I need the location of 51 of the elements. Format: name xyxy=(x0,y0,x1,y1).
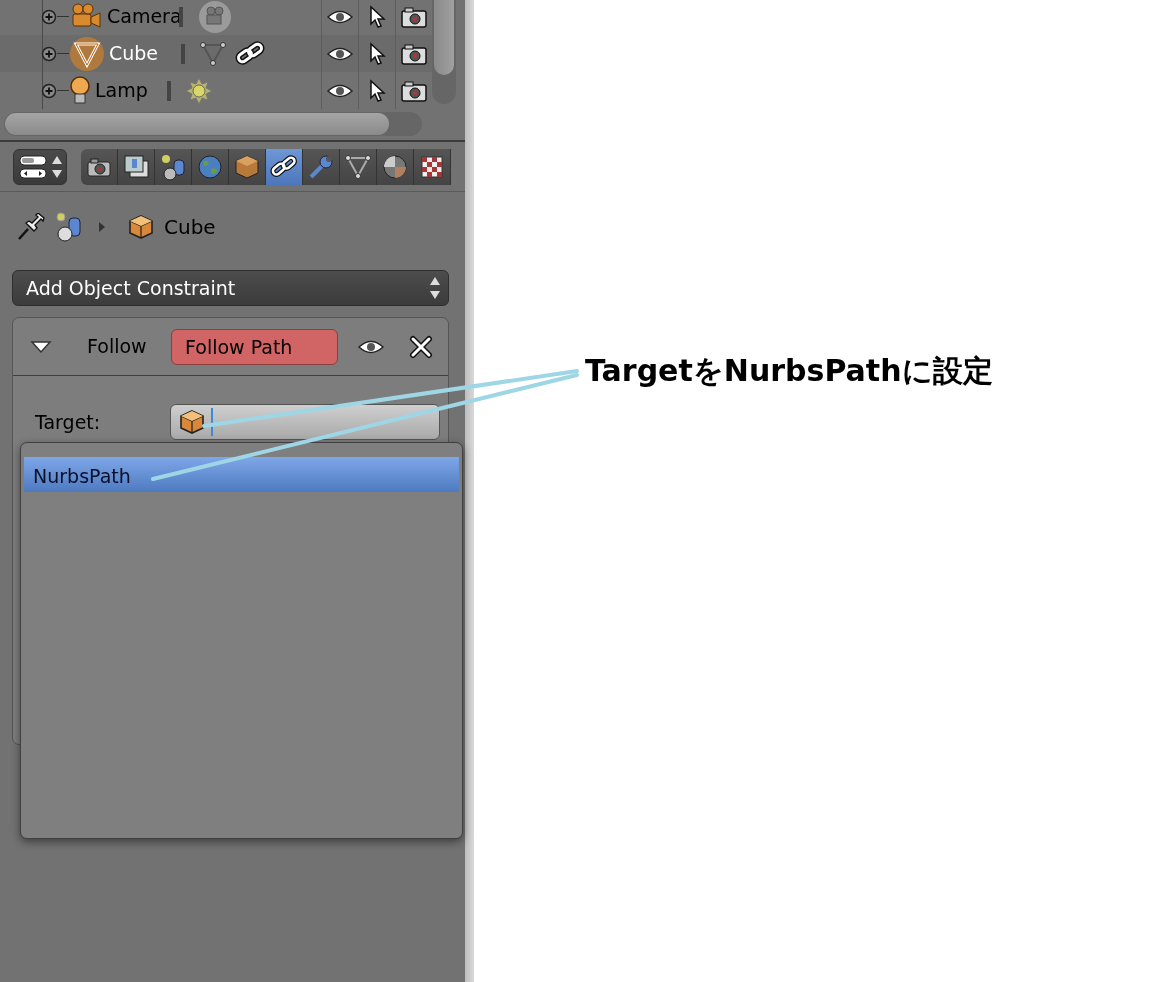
breadcrumb-object-name: Cube xyxy=(164,214,216,241)
collapse-triangle-icon[interactable] xyxy=(29,338,53,355)
separator-bar xyxy=(179,6,183,27)
pictures-icon xyxy=(122,152,150,181)
properties-tab[interactable] xyxy=(118,148,155,185)
scrollbar-thumb[interactable] xyxy=(434,0,454,75)
pin-icon xyxy=(16,213,46,241)
expand-icon xyxy=(41,82,57,99)
menu-item[interactable]: NurbsPath xyxy=(24,457,459,492)
triangle-mesh-icon xyxy=(199,40,227,67)
light-bulb-icon[interactable] xyxy=(69,74,91,107)
constraint-name: Follow xyxy=(87,334,148,360)
add-constraint-dropdown[interactable]: Add Object Constraint xyxy=(12,270,449,306)
separator-bar xyxy=(181,43,185,64)
camera-icon[interactable] xyxy=(401,42,427,65)
camera-icon[interactable] xyxy=(401,5,427,28)
shapes-icon xyxy=(159,152,187,181)
close-icon[interactable] xyxy=(409,334,433,359)
editor-type-button[interactable] xyxy=(13,148,67,185)
object-name[interactable]: Cube xyxy=(109,39,177,68)
cursor-icon[interactable] xyxy=(368,4,386,29)
sun-icon xyxy=(185,76,213,105)
properties-tab[interactable] xyxy=(340,148,377,185)
camera-icon[interactable] xyxy=(401,79,427,102)
toggle-icon xyxy=(17,152,48,181)
text-cursor xyxy=(211,408,213,436)
cube-icon xyxy=(128,214,154,240)
properties-tab[interactable] xyxy=(266,148,303,185)
object-name[interactable]: Lamp xyxy=(95,76,163,105)
breadcrumb-arrow-icon xyxy=(98,221,106,233)
constraint-name-field[interactable]: Follow Path xyxy=(171,328,338,365)
properties-tab[interactable] xyxy=(155,148,192,185)
object-data-icon xyxy=(56,212,82,242)
up-down-arrows-icon xyxy=(428,275,442,301)
properties-tab[interactable] xyxy=(81,148,118,185)
sphere-icon xyxy=(381,152,409,181)
wrench-icon xyxy=(307,152,335,181)
globe-icon xyxy=(196,152,224,181)
properties-tab[interactable] xyxy=(377,148,414,185)
triangle-mesh-icon xyxy=(344,152,372,181)
cursor-icon[interactable] xyxy=(368,78,386,103)
cursor-icon[interactable] xyxy=(368,41,386,66)
target-label: Target: xyxy=(35,409,102,435)
expand-icon xyxy=(41,45,57,62)
mesh-icon[interactable] xyxy=(69,35,105,72)
expand-icon xyxy=(41,8,57,25)
annotation-text: TargetをNurbsPathに設定 xyxy=(585,353,993,389)
scrollbar-thumb[interactable] xyxy=(5,113,389,135)
properties-tab[interactable] xyxy=(414,148,451,185)
separator-bar xyxy=(167,80,171,101)
cube-icon xyxy=(179,409,205,435)
